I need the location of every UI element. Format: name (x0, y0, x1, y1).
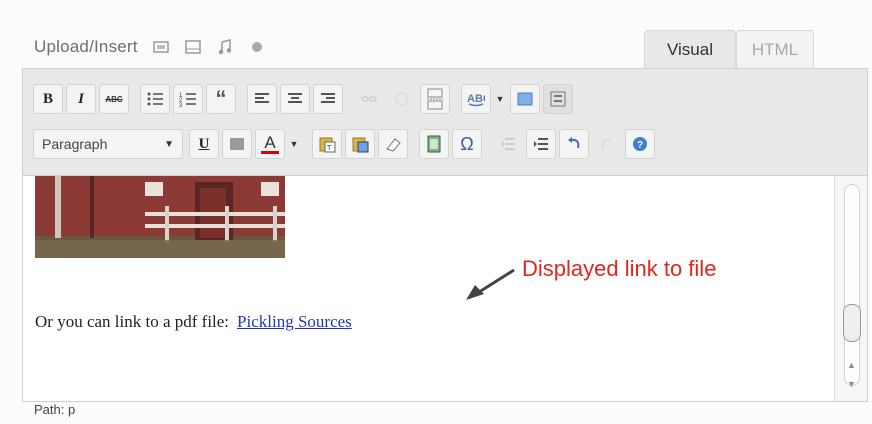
spellcheck-dropdown-arrow[interactable]: ▼ (494, 94, 506, 104)
text-color-button[interactable]: A (255, 129, 285, 159)
kitchen-sink-icon (550, 91, 566, 107)
italic-button[interactable]: I (66, 84, 96, 114)
bullet-list-button[interactable] (140, 84, 170, 114)
editor: B I ABC 123 “ AB ▼ Paragraph ▼ U A ▼ T Ω… (22, 68, 868, 402)
pdf-link[interactable]: Pickling Sources (237, 312, 352, 331)
italic-icon: I (78, 90, 84, 107)
link-button[interactable] (354, 84, 384, 114)
paragraph-text: Or you can link to a pdf file: (35, 312, 230, 331)
text-color-icon: A (264, 132, 276, 152)
scrollbar-thumb[interactable] (843, 304, 861, 342)
scrollbar-track[interactable] (844, 184, 860, 386)
underline-icon: U (198, 135, 210, 152)
align-right-button[interactable] (313, 84, 343, 114)
unlink-icon (395, 92, 409, 106)
numbered-list-button[interactable]: 123 (173, 84, 203, 114)
barn-photo[interactable] (35, 176, 285, 258)
blockquote-button[interactable]: “ (206, 84, 236, 114)
bullet-list-icon (147, 92, 163, 106)
toolbar-row-1: B I ABC 123 “ AB ▼ (33, 81, 576, 117)
video-icon[interactable] (184, 38, 202, 56)
editor-content[interactable]: Or you can link to a pdf file: Pickling S… (23, 176, 835, 401)
link-icon (361, 96, 377, 102)
fullscreen-icon (517, 92, 533, 106)
paste-word-icon (352, 137, 369, 153)
justify-button[interactable] (222, 129, 252, 159)
fullscreen-button[interactable] (510, 84, 540, 114)
bold-icon: B (42, 90, 53, 107)
indent-icon (534, 138, 548, 150)
undo-icon (568, 137, 580, 149)
redo-icon (601, 138, 611, 149)
help-icon: ? (633, 137, 647, 151)
image-icon[interactable] (152, 38, 170, 56)
special-character-button[interactable]: Ω (452, 129, 482, 159)
svg-text:ABC: ABC (467, 93, 485, 105)
text-color-dropdown-arrow[interactable]: ▼ (288, 139, 300, 149)
omega-icon: Ω (460, 133, 474, 154)
spellcheck-icon: ABC (467, 93, 485, 107)
film-icon (427, 135, 441, 153)
format-select-value: Paragraph (42, 136, 108, 152)
kitchen-sink-button[interactable] (543, 84, 573, 114)
undo-button[interactable] (559, 129, 589, 159)
strikethrough-button[interactable]: ABC (99, 84, 129, 114)
align-center-button[interactable] (280, 84, 310, 114)
numbered-list-icon: 123 (179, 93, 196, 107)
tab-visual[interactable]: Visual (644, 30, 736, 69)
redo-button[interactable] (592, 129, 622, 159)
upload-insert-bar: Upload/Insert (34, 32, 266, 62)
remove-format-button[interactable] (378, 129, 408, 159)
align-center-icon (288, 93, 302, 103)
svg-text:T: T (327, 145, 332, 152)
insert-media-button[interactable] (419, 129, 449, 159)
format-select[interactable]: Paragraph ▼ (33, 129, 183, 159)
indent-button[interactable] (526, 129, 556, 159)
toolbar-row-2: Paragraph ▼ U A ▼ T Ω ? (33, 126, 658, 162)
blockquote-icon: “ (215, 86, 227, 111)
help-button[interactable]: ? (625, 129, 655, 159)
audio-icon[interactable] (216, 38, 234, 56)
justify-icon (230, 138, 244, 150)
vertical-scrollbar[interactable]: ▲ ▼ (834, 176, 867, 401)
upload-insert-label: Upload/Insert (34, 37, 138, 56)
align-left-icon (255, 93, 269, 103)
annotation-arrow-icon (466, 268, 515, 300)
unlink-button[interactable] (387, 84, 417, 114)
content-paragraph: Or you can link to a pdf file: Pickling S… (35, 312, 352, 332)
align-right-icon (321, 93, 335, 103)
scroll-down-icon[interactable]: ▼ (847, 379, 856, 389)
paste-text-button[interactable]: T (312, 129, 342, 159)
paste-word-button[interactable] (345, 129, 375, 159)
scroll-up-icon[interactable]: ▲ (847, 360, 856, 370)
svg-text:3: 3 (179, 103, 183, 107)
bold-button[interactable]: B (33, 84, 63, 114)
annotation-label: Displayed link to file (522, 256, 717, 281)
more-tag-button[interactable] (420, 84, 450, 114)
more-tag-icon (427, 88, 443, 110)
outdent-button[interactable] (493, 129, 523, 159)
paste-text-icon: T (319, 137, 336, 153)
path-indicator: Path: p (34, 402, 76, 417)
chevron-down-icon: ▼ (164, 138, 174, 150)
svg-text:?: ? (637, 140, 643, 151)
strikethrough-icon: ABC (105, 94, 123, 104)
eraser-icon (386, 138, 401, 152)
media-icon[interactable] (248, 38, 266, 56)
tab-html[interactable]: HTML (736, 30, 814, 69)
align-left-button[interactable] (247, 84, 277, 114)
spellcheck-button[interactable]: ABC (461, 84, 491, 114)
editor-toolbar: B I ABC 123 “ AB ▼ Paragraph ▼ U A ▼ T Ω… (23, 69, 867, 176)
underline-button[interactable]: U (189, 129, 219, 159)
outdent-icon (501, 138, 515, 150)
editor-window: Upload/Insert Visual HTML B I ABC 1 2 3 … (0, 0, 872, 424)
